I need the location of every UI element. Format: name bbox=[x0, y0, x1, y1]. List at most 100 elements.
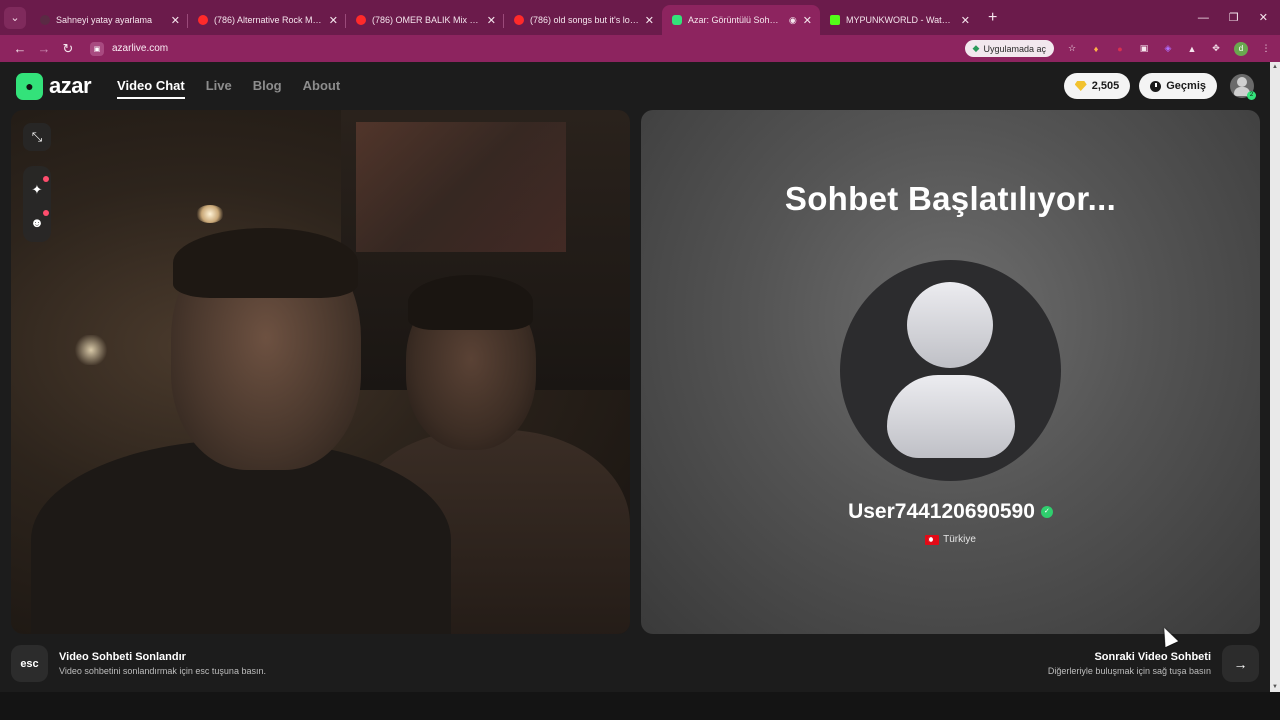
history-label: Geçmiş bbox=[1166, 80, 1206, 92]
next-chat-hint: Diğerleriyle buluşmak için sağ tuşa bası… bbox=[1047, 666, 1211, 676]
avatar-body bbox=[887, 375, 1015, 458]
scroll-up-icon[interactable]: ▲ bbox=[1272, 64, 1278, 70]
end-chat-button[interactable]: esc bbox=[11, 645, 48, 682]
verified-badge-icon: ✓ bbox=[1040, 506, 1053, 518]
tab-2[interactable]: (786) OMER BALIK Mix - Best of ✕ bbox=[346, 5, 504, 35]
app-icon: ◆ bbox=[972, 43, 980, 53]
tab-5[interactable]: MYPUNKWORLD - Watch clips ✕ bbox=[820, 5, 978, 35]
kick-favicon-icon bbox=[830, 15, 840, 25]
url-field[interactable]: ▣ azarlive.com bbox=[90, 41, 169, 56]
tab-title: MYPUNKWORLD - Watch clips bbox=[846, 15, 955, 25]
forward-arrow-icon[interactable]: → bbox=[32, 41, 56, 56]
tab-favicon-icon bbox=[40, 15, 50, 25]
remote-user-avatar bbox=[840, 260, 1061, 481]
extension-red-icon[interactable]: ● bbox=[1114, 43, 1126, 55]
extensions-puzzle-icon[interactable]: ✥ bbox=[1210, 43, 1222, 55]
tab-title: (786) Alternative Rock Mix Playl bbox=[214, 15, 323, 25]
tab-0[interactable]: Sahneyi yatay ayarlama ✕ bbox=[30, 5, 188, 35]
page-scrollbar[interactable]: ▲ ▼ bbox=[1270, 62, 1280, 692]
tab-strip: Sahneyi yatay ayarlama ✕ (786) Alternati… bbox=[30, 0, 978, 35]
remote-username-row: User744120690590 ✓ bbox=[641, 500, 1260, 524]
scroll-down-icon[interactable]: ▼ bbox=[1272, 684, 1278, 690]
tab-1[interactable]: (786) Alternative Rock Mix Playl ✕ bbox=[188, 5, 346, 35]
tab-3[interactable]: (786) old songs but it's lofi remi ✕ bbox=[504, 5, 662, 35]
shrink-video-icon[interactable]: ⤡ bbox=[23, 123, 51, 151]
end-chat-hint: Video sohbetini sonlandırmak için esc tu… bbox=[59, 666, 266, 676]
restore-icon[interactable]: ❐ bbox=[1229, 11, 1239, 24]
bookmark-star-icon[interactable]: ☆ bbox=[1066, 43, 1078, 55]
tab-close-icon[interactable]: ✕ bbox=[961, 14, 970, 27]
tab-title: Sahneyi yatay ayarlama bbox=[56, 15, 153, 25]
open-in-app-label: Uygulamada aç bbox=[983, 43, 1046, 54]
video-person-2-hair bbox=[408, 275, 533, 330]
browser-menu-icon[interactable]: ⋮ bbox=[1260, 43, 1272, 55]
extension-box-icon[interactable]: ▣ bbox=[1138, 43, 1150, 55]
close-window-icon[interactable]: ✕ bbox=[1259, 11, 1268, 24]
gems-button[interactable]: 2,505 bbox=[1063, 73, 1131, 99]
tab-close-icon[interactable]: ✕ bbox=[171, 14, 180, 27]
new-tab-plus-icon[interactable]: + bbox=[988, 3, 997, 33]
avatar-head bbox=[907, 282, 993, 368]
tab-close-icon[interactable]: ✕ bbox=[487, 14, 496, 27]
profile-avatar[interactable]: d bbox=[1234, 41, 1248, 56]
azar-page: ● azar Video Chat Live Blog About 2,505 … bbox=[0, 62, 1270, 692]
tab-close-icon[interactable]: ✕ bbox=[329, 14, 338, 27]
youtube-favicon-icon bbox=[356, 15, 366, 25]
next-chat-arrow-icon[interactable]: → bbox=[1222, 645, 1259, 682]
next-chat-title: Sonraki Video Sohbeti bbox=[1094, 651, 1211, 663]
nav-video-chat[interactable]: Video Chat bbox=[117, 74, 185, 99]
gems-count: 2,505 bbox=[1091, 80, 1120, 92]
tab-close-icon[interactable]: ✕ bbox=[803, 14, 812, 27]
header-actions: 2,505 Geçmiş 2 bbox=[1063, 73, 1270, 100]
tab-4-active[interactable]: Azar: Görüntülü Sohbet, Ar ◉ ✕ bbox=[662, 5, 820, 35]
back-arrow-icon[interactable]: ← bbox=[8, 41, 32, 56]
tab-close-icon[interactable]: ✕ bbox=[645, 14, 654, 27]
logo-text: azar bbox=[49, 73, 92, 98]
video-candles bbox=[71, 335, 111, 365]
nav-about[interactable]: About bbox=[303, 74, 341, 99]
youtube-favicon-icon bbox=[514, 15, 524, 25]
remote-username: User744120690590 bbox=[848, 500, 1035, 523]
extension-purple-icon[interactable]: ◈ bbox=[1162, 43, 1174, 55]
address-bar: ← → ↻ ▣ azarlive.com ◆ Uygulamada aç ☆ ♦ … bbox=[0, 35, 1280, 62]
effects-group: ✦ ☻ bbox=[23, 166, 51, 242]
tab-title: (786) old songs but it's lofi remi bbox=[530, 15, 639, 25]
browser-tab-bar: ⌄ Sahneyi yatay ayarlama ✕ (786) Alterna… bbox=[0, 0, 1280, 35]
local-video-panel: ⤡ ✦ ☻ bbox=[11, 110, 630, 634]
turkey-flag-icon bbox=[925, 534, 940, 545]
azar-logo[interactable]: ● azar bbox=[16, 72, 92, 100]
gem-icon bbox=[1074, 81, 1087, 91]
open-in-app-button[interactable]: ◆ Uygulamada aç bbox=[964, 40, 1054, 57]
avatar-head bbox=[1237, 77, 1247, 87]
window-controls: — ❐ ✕ bbox=[1198, 0, 1280, 35]
extension-flame-icon[interactable]: ♦ bbox=[1090, 43, 1102, 55]
azar-favicon-icon bbox=[672, 15, 682, 25]
url-text: azarlive.com bbox=[112, 43, 169, 54]
clock-icon bbox=[1150, 80, 1162, 92]
toolbar-right: ◆ Uygulamada aç ☆ ♦ ● ▣ ◈ ▲ ✥ d ⋮ bbox=[964, 40, 1272, 57]
nav-blog[interactable]: Blog bbox=[253, 74, 282, 99]
remote-country-row: Türkiye bbox=[641, 534, 1260, 545]
nav-live[interactable]: Live bbox=[206, 74, 232, 99]
reload-icon[interactable]: ↻ bbox=[56, 41, 80, 57]
azar-logo-icon: ● bbox=[16, 72, 43, 100]
notification-dot bbox=[43, 176, 49, 182]
youtube-favicon-icon bbox=[198, 15, 208, 25]
tab-search-chevron-icon[interactable]: ⌄ bbox=[4, 6, 26, 29]
site-info-icon[interactable]: ▣ bbox=[90, 41, 104, 56]
minimize-icon[interactable]: — bbox=[1198, 12, 1209, 24]
history-button[interactable]: Geçmiş bbox=[1139, 73, 1217, 99]
avatar-badge: 2 bbox=[1247, 91, 1256, 100]
video-lamp bbox=[196, 205, 224, 223]
nav-links: Video Chat Live Blog About bbox=[117, 74, 340, 99]
taskbar-strip bbox=[0, 692, 1280, 720]
extension-badge-icon[interactable]: ▲ bbox=[1186, 43, 1198, 55]
chat-controls: esc Video Sohbeti Sonlandır Video sohbet… bbox=[0, 642, 1270, 684]
notification-dot bbox=[43, 210, 49, 216]
recording-icon: ◉ bbox=[788, 14, 797, 25]
remote-video-panel: Sohbet Başlatılıyor... User744120690590 … bbox=[641, 110, 1260, 634]
connecting-status: Sohbet Başlatılıyor... bbox=[784, 180, 1117, 217]
end-chat-title: Video Sohbeti Sonlandır bbox=[59, 651, 186, 663]
user-avatar[interactable]: 2 bbox=[1230, 74, 1256, 100]
video-poster bbox=[356, 122, 566, 252]
